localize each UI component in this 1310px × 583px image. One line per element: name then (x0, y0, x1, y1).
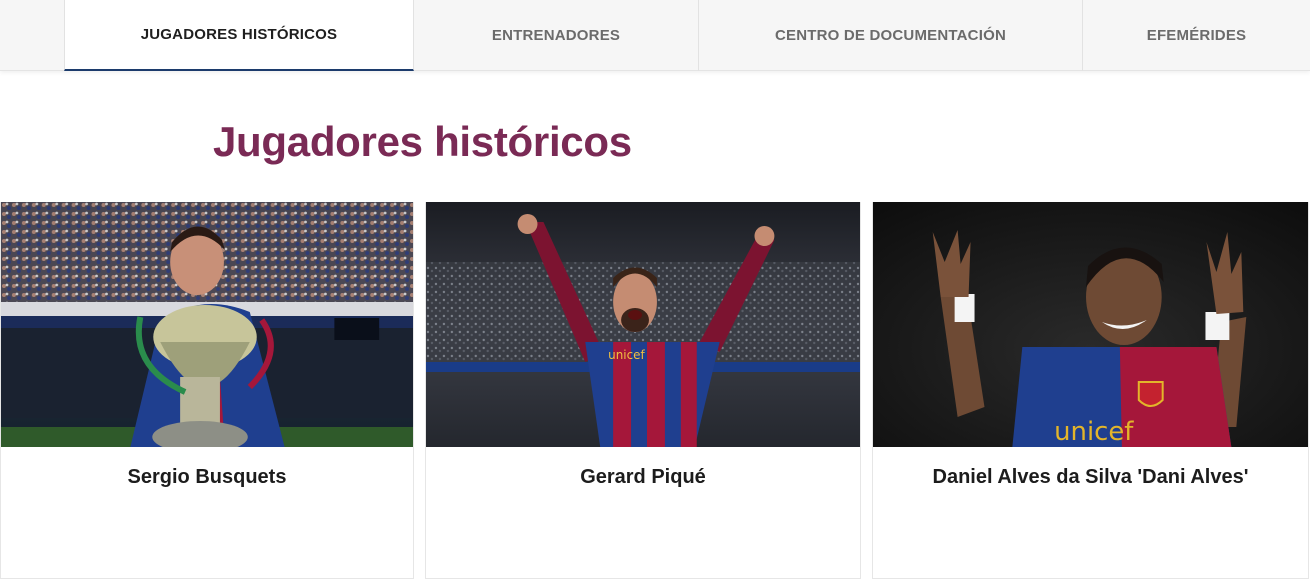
shirt-sponsor-text: unicef (1054, 417, 1134, 447)
tab-jugadores-historicos[interactable]: JUGADORES HISTÓRICOS (64, 0, 414, 71)
tab-entrenadores[interactable]: ENTRENADORES (414, 0, 699, 71)
player-card-pique[interactable]: unicef Gerard Piqué (425, 202, 861, 579)
shirt-sponsor-text: unicef (608, 348, 645, 362)
tab-bar: JUGADORES HISTÓRICOS ENTRENADORES CENTRO… (0, 0, 1310, 71)
tab-centro-documentacion[interactable]: CENTRO DE DOCUMENTACIÓN (699, 0, 1083, 71)
player-card-busquets[interactable]: Sergio Busquets (0, 202, 414, 579)
tab-efemerides[interactable]: EFEMÉRIDES (1083, 0, 1310, 71)
player-photo-alves[interactable]: unicef (873, 202, 1308, 447)
player-name[interactable]: Daniel Alves da Silva 'Dani Alves' (873, 466, 1308, 489)
player-photo-pique[interactable]: unicef (426, 202, 860, 447)
player-photo-busquets[interactable] (1, 202, 413, 447)
player-card-alves[interactable]: unicef Daniel Alves da Silva 'Dani Alves… (872, 202, 1309, 579)
player-name[interactable]: Gerard Piqué (426, 466, 860, 489)
player-name[interactable]: Sergio Busquets (1, 466, 413, 489)
page-title: Jugadores históricos (213, 118, 632, 165)
